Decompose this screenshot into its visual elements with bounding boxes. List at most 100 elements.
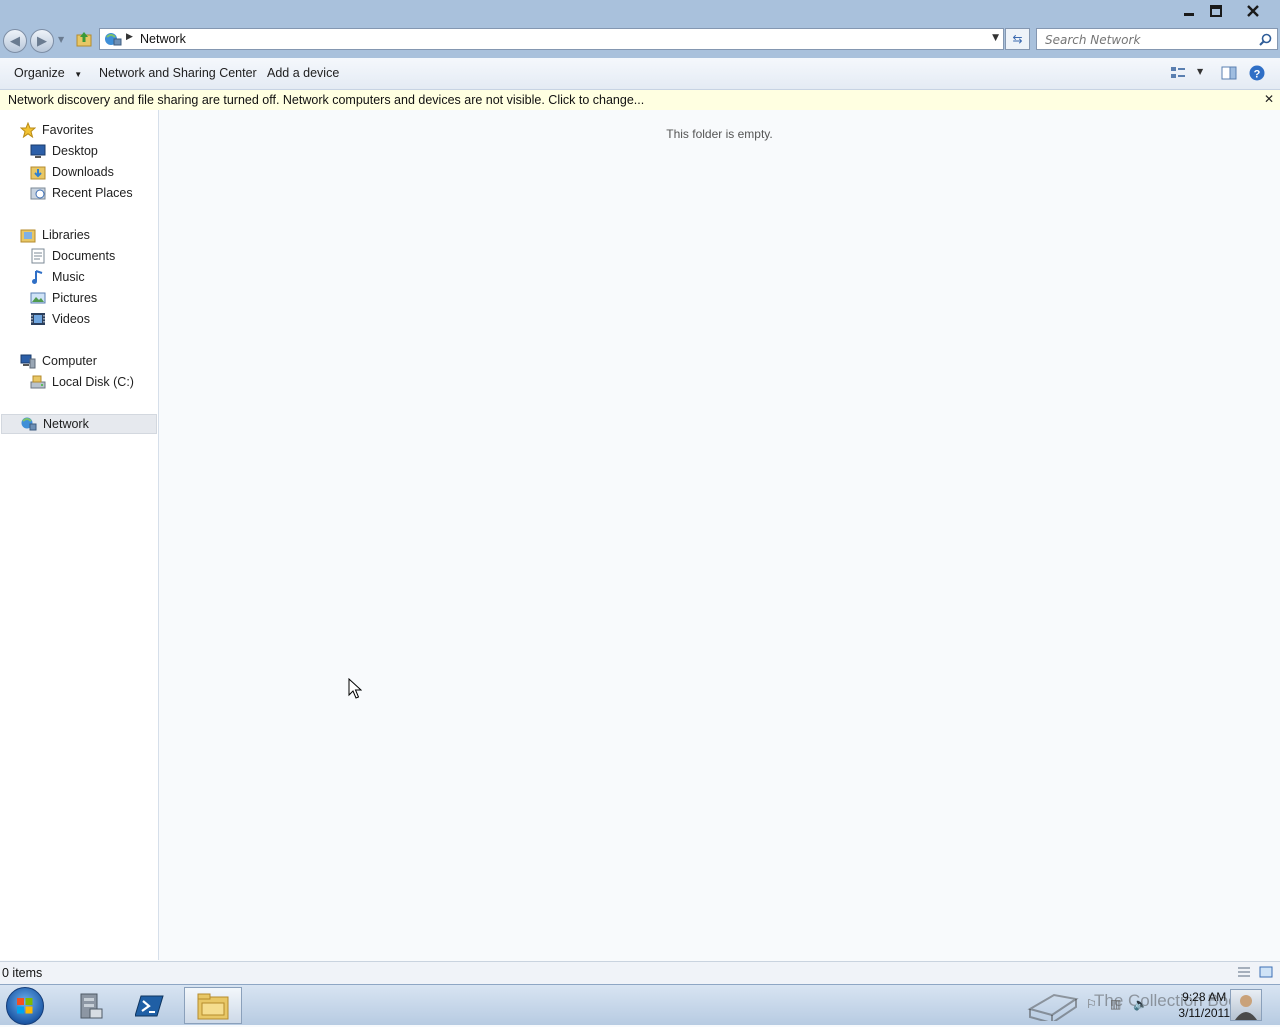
nav-documents-label: Documents bbox=[52, 249, 116, 263]
maximize-button[interactable] bbox=[1203, 2, 1229, 20]
preview-pane-icon bbox=[1221, 66, 1237, 80]
large-icons-view-icon bbox=[1259, 966, 1273, 978]
downloads-folder-icon bbox=[30, 164, 46, 180]
mouse-cursor-icon bbox=[348, 678, 362, 699]
nav-libraries-label: Libraries bbox=[42, 228, 90, 242]
taskbar: The Collection Book ⚐ ▥ 🔈 9:28 AM 3/11/2… bbox=[0, 984, 1280, 1025]
forward-arrow-icon: ▶ bbox=[37, 33, 47, 49]
command-bar: Organize ▼ Network and Sharing Center Ad… bbox=[0, 58, 1280, 90]
nav-local-disk-label: Local Disk (C:) bbox=[52, 375, 134, 389]
info-bar[interactable]: Network discovery and file sharing are t… bbox=[0, 90, 1280, 110]
forward-button[interactable]: ▶ bbox=[30, 29, 54, 53]
minimize-icon bbox=[1184, 13, 1194, 16]
nav-videos-label: Videos bbox=[52, 312, 90, 326]
windows-explorer-icon bbox=[197, 993, 229, 1019]
network-icon bbox=[105, 33, 122, 46]
change-view-button[interactable] bbox=[1170, 66, 1186, 83]
start-button[interactable] bbox=[6, 987, 44, 1025]
network-sharing-center-button[interactable]: Network and Sharing Center bbox=[99, 66, 257, 80]
breadcrumb-network[interactable]: Network bbox=[140, 32, 186, 46]
taskbar-powershell[interactable] bbox=[122, 987, 178, 1024]
system-clock[interactable]: 9:28 AM 3/11/2011 bbox=[1178, 989, 1230, 1021]
help-icon: ? bbox=[1249, 65, 1265, 81]
up-folder-icon bbox=[76, 32, 92, 47]
nav-network-label: Network bbox=[43, 417, 89, 431]
help-button[interactable]: ? bbox=[1249, 65, 1265, 84]
nav-libraries[interactable]: Libraries bbox=[20, 225, 90, 245]
close-button[interactable] bbox=[1240, 2, 1266, 20]
action-center-flag-icon[interactable]: ⚐ bbox=[1086, 997, 1100, 1011]
details-view-button[interactable] bbox=[1237, 966, 1251, 981]
info-bar-message[interactable]: Network discovery and file sharing are t… bbox=[8, 93, 644, 107]
search-box[interactable] bbox=[1036, 28, 1278, 50]
nav-documents[interactable]: Documents bbox=[30, 246, 115, 266]
pictures-icon bbox=[30, 290, 46, 306]
search-icon[interactable] bbox=[1259, 33, 1272, 46]
nav-pictures[interactable]: Pictures bbox=[30, 288, 97, 308]
taskbar-windows-explorer[interactable] bbox=[184, 987, 242, 1024]
nav-videos[interactable]: Videos bbox=[30, 309, 90, 329]
navigation-pane: Favorites Desktop Downloads Recent Place… bbox=[0, 110, 159, 960]
powershell-icon bbox=[135, 995, 164, 1016]
add-device-button[interactable]: Add a device bbox=[267, 66, 339, 80]
organize-button[interactable]: Organize ▼ bbox=[14, 66, 82, 80]
documents-icon bbox=[30, 248, 46, 264]
chevron-down-icon: ▼ bbox=[74, 70, 83, 79]
network-tray-icon[interactable]: ▥ bbox=[1110, 997, 1124, 1011]
server-manager-icon bbox=[80, 993, 103, 1018]
nav-music[interactable]: Music bbox=[30, 267, 85, 287]
view-options-dropdown[interactable]: ▼ bbox=[1197, 67, 1203, 76]
item-count: 0 items bbox=[2, 966, 43, 980]
navigation-bar: ◀ ▶ ▼ ▶ Network ▼ ⇆ bbox=[0, 26, 1280, 58]
refresh-button[interactable]: ⇆ bbox=[1005, 28, 1030, 50]
computer-icon bbox=[20, 353, 36, 369]
empty-folder-message: This folder is empty. bbox=[666, 127, 773, 141]
refresh-icon: ⇆ bbox=[1012, 32, 1023, 46]
svg-text:?: ? bbox=[1254, 69, 1261, 81]
user-avatar-icon bbox=[1235, 995, 1257, 1020]
volume-icon[interactable]: 🔈 bbox=[1133, 997, 1148, 1011]
file-list-area[interactable]: This folder is empty. bbox=[159, 110, 1280, 960]
back-button[interactable]: ◀ bbox=[3, 29, 27, 53]
nav-pictures-label: Pictures bbox=[52, 291, 98, 305]
minimize-button[interactable] bbox=[1176, 2, 1202, 20]
music-icon bbox=[30, 269, 46, 285]
breadcrumb-separator-icon[interactable]: ▶ bbox=[126, 32, 133, 42]
nav-favorites-label: Favorites bbox=[42, 123, 94, 137]
address-bar[interactable]: ▶ Network ▼ bbox=[99, 28, 1004, 50]
search-input[interactable] bbox=[1043, 31, 1257, 49]
libraries-icon bbox=[20, 227, 36, 243]
show-desktop-button[interactable] bbox=[1230, 989, 1262, 1021]
hard-drive-icon bbox=[30, 374, 46, 390]
close-icon bbox=[1247, 5, 1259, 17]
up-button[interactable] bbox=[76, 31, 92, 50]
clock-time: 9:28 AM bbox=[1182, 990, 1227, 1004]
back-arrow-icon: ◀ bbox=[10, 33, 20, 49]
maximize-icon bbox=[1210, 5, 1222, 17]
nav-downloads-label: Downloads bbox=[52, 165, 114, 179]
taskbar-server-manager[interactable] bbox=[62, 987, 118, 1024]
details-view-icon bbox=[1238, 967, 1250, 977]
address-history-dropdown[interactable]: ▼ bbox=[992, 33, 999, 43]
nav-computer-label: Computer bbox=[42, 354, 97, 368]
organize-label: Organize bbox=[14, 66, 65, 80]
nav-local-disk-c[interactable]: Local Disk (C:) bbox=[30, 372, 134, 392]
desktop-icon bbox=[30, 143, 46, 159]
nav-computer[interactable]: Computer bbox=[20, 351, 97, 371]
large-icons-view-button[interactable] bbox=[1259, 965, 1273, 982]
nav-desktop-label: Desktop bbox=[52, 144, 98, 158]
nav-downloads[interactable]: Downloads bbox=[30, 162, 114, 182]
book-watermark-icon bbox=[1027, 993, 1079, 1021]
preview-pane-button[interactable] bbox=[1221, 66, 1237, 83]
videos-icon bbox=[30, 311, 46, 327]
nav-desktop[interactable]: Desktop bbox=[30, 141, 98, 161]
nav-recent-places-label: Recent Places bbox=[52, 186, 133, 200]
nav-recent-places[interactable]: Recent Places bbox=[30, 183, 133, 203]
recent-pages-dropdown[interactable]: ▼ bbox=[58, 35, 64, 44]
nav-network[interactable]: Network bbox=[1, 414, 157, 434]
windows-logo-icon bbox=[17, 998, 33, 1014]
network-icon bbox=[21, 416, 37, 432]
close-icon[interactable]: ✕ bbox=[1264, 92, 1274, 106]
nav-favorites[interactable]: Favorites bbox=[20, 120, 93, 140]
clock-date: 3/11/2011 bbox=[1178, 1006, 1230, 1020]
